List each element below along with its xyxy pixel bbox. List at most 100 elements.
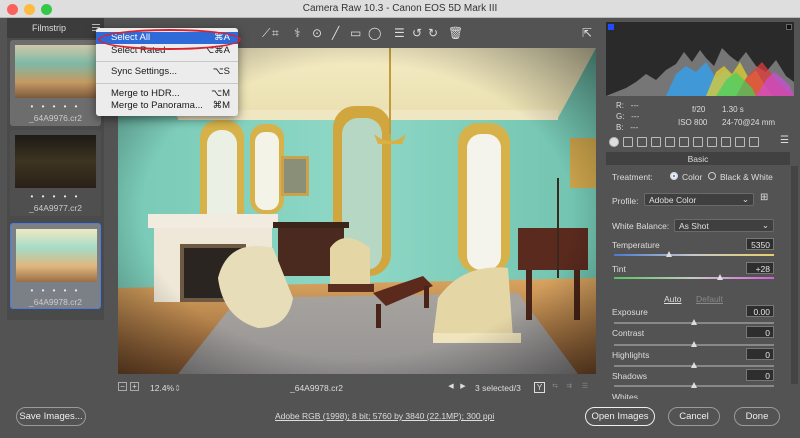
highlights-value-field[interactable]: 0 (746, 348, 774, 360)
filmstrip-thumbnail[interactable]: • • • • • _64A9976.cr2 (10, 40, 101, 126)
zoom-in-button[interactable]: + (130, 382, 139, 391)
tint-slider-handle[interactable] (717, 274, 723, 280)
spot-removal-tool-icon[interactable]: ⚕ (294, 26, 301, 40)
filmstrip-header: Filmstrip (7, 18, 104, 38)
highlights-slider-handle[interactable] (691, 362, 697, 368)
panel-menu-icon[interactable]: ☰ (780, 135, 790, 146)
swap-before-after-icon[interactable]: ⇆ (550, 382, 560, 392)
shadows-label: Shadows (612, 371, 647, 381)
rotate-left-icon[interactable]: ↺ (412, 26, 422, 40)
trash-icon[interactable]: 🗑 (448, 26, 463, 40)
contrast-label: Contrast (612, 328, 645, 338)
temperature-slider-handle[interactable] (666, 251, 672, 257)
whites-label: Whites (612, 392, 638, 399)
copy-settings-icon[interactable]: ⇉ (564, 382, 574, 392)
treatment-label: Treatment: (612, 172, 653, 182)
save-images-button[interactable]: Save Images... (16, 407, 86, 426)
exposure-value-field[interactable]: 0.00 (746, 305, 774, 317)
next-image-button[interactable]: ▶ (458, 382, 468, 392)
open-images-button[interactable]: Open Images (585, 407, 655, 426)
shadow-clipping-warning-icon[interactable] (608, 24, 614, 30)
profile-label: Profile: (612, 196, 639, 206)
aperture-value: f/20 (692, 105, 706, 114)
red-eye-tool-icon[interactable]: ⊙ (312, 26, 322, 40)
done-button[interactable]: Done (734, 407, 780, 426)
white-balance-dropdown[interactable]: As Shot ⌄ (674, 219, 774, 232)
exposure-slider-handle[interactable] (691, 319, 697, 325)
temperature-slider[interactable] (614, 251, 774, 257)
cancel-button[interactable]: Cancel (668, 407, 720, 426)
filmstrip-thumbnail-selected[interactable]: • • • • • _64A9978.cr2 (10, 223, 101, 309)
menu-item-sync-settings[interactable]: Sync Settings... ⌥S (96, 66, 238, 78)
preferences-list-icon[interactable]: ☰ (394, 26, 405, 40)
profile-dropdown[interactable]: Adobe Color ⌄ (644, 193, 754, 206)
filmstrip-thumbnail[interactable]: • • • • • _64A9977.cr2 (10, 130, 101, 216)
auto-link[interactable]: Auto (664, 294, 682, 304)
menu-separator (96, 83, 238, 84)
shadows-value-field[interactable]: 0 (746, 369, 774, 381)
tab-lens-corrections-icon[interactable] (679, 137, 689, 147)
panel-title: Basic (606, 152, 790, 165)
contrast-value-field[interactable]: 0 (746, 326, 774, 338)
treatment-color-radio[interactable] (670, 172, 678, 180)
highlight-clipping-warning-icon[interactable] (786, 24, 792, 30)
tint-slider[interactable] (614, 274, 774, 280)
contrast-slider-handle[interactable] (691, 341, 697, 347)
window-title: Camera Raw 10.3 - Canon EOS 5D Mark III (302, 3, 498, 14)
rotate-right-icon[interactable]: ↻ (428, 26, 438, 40)
tab-hsl-icon[interactable] (651, 137, 661, 147)
preview-navigation-bar: − + 12.4% ⇕ _64A9978.cr2 ◀ ▶ 3 selected/… (112, 378, 602, 396)
histogram-graph-icon (606, 48, 794, 96)
menu-item-merge-hdr[interactable]: Merge to HDR... ⌥M (96, 88, 238, 100)
previous-image-button[interactable]: ◀ (446, 382, 456, 392)
menu-item-merge-panorama[interactable]: Merge to Panorama... ⌘M (96, 100, 238, 112)
tab-detail-icon[interactable] (637, 137, 647, 147)
tab-basic-icon[interactable] (609, 137, 619, 147)
basic-panel: Treatment: Color Black & White Profile: … (606, 166, 790, 401)
footer-bar: Save Images... Adobe RGB (1998); 8 bit; … (0, 400, 800, 438)
thumbnail-filename: _64A9977.cr2 (29, 203, 82, 213)
filmstrip-title: Filmstrip (32, 23, 66, 33)
thumbnail-filename: _64A9978.cr2 (29, 297, 82, 307)
zoom-out-button[interactable]: − (118, 382, 127, 391)
fullscreen-icon[interactable]: ⇱ (582, 26, 592, 40)
menu-separator (96, 61, 238, 62)
tint-value-field[interactable]: +28 (746, 262, 774, 274)
toggle-settings-icon[interactable]: ☰ (580, 382, 590, 392)
selection-count: 3 selected/3 (475, 383, 521, 393)
zoom-dropdown-icon[interactable]: ⇕ (174, 383, 181, 394)
tab-snapshots-icon[interactable] (749, 137, 759, 147)
straighten-tool-icon[interactable]: ⟋ (262, 26, 270, 40)
treatment-bw-radio[interactable] (708, 172, 716, 180)
shadows-slider-handle[interactable] (691, 382, 697, 388)
tab-transform-icon[interactable] (693, 137, 703, 147)
shadows-slider[interactable] (614, 382, 774, 388)
rating-stars[interactable]: • • • • • (10, 192, 101, 201)
iso-value: ISO 800 (678, 118, 708, 127)
rating-stars[interactable]: • • • • • (11, 286, 100, 295)
tab-presets-icon[interactable] (735, 137, 745, 147)
highlights-slider[interactable] (614, 362, 774, 368)
tab-tone-curve-icon[interactable] (623, 137, 633, 147)
contrast-slider[interactable] (614, 341, 774, 347)
panel-tabs: ☰ (606, 135, 796, 149)
panel-scrollbar[interactable] (791, 166, 798, 384)
zoom-level-dropdown[interactable]: 12.4% (150, 383, 174, 393)
workflow-options-link[interactable]: Adobe RGB (1998); 8 bit; 5760 by 3840 (2… (275, 411, 494, 421)
rgb-readout: R: --- G: --- B: --- f/20 1.30 s ISO 800… (616, 100, 786, 132)
default-link[interactable]: Default (696, 294, 723, 304)
graduated-filter-icon[interactable]: ▭ (350, 26, 361, 40)
tab-camera-calibration-icon[interactable] (721, 137, 731, 147)
before-after-view-button[interactable]: Y (534, 382, 545, 393)
tab-split-toning-icon[interactable] (665, 137, 675, 147)
highlights-label: Highlights (612, 350, 650, 360)
profile-browser-icon[interactable]: ⊞ (760, 192, 768, 203)
adjustment-brush-icon[interactable]: ╱ (332, 26, 339, 40)
temperature-value-field[interactable]: 5350 (746, 238, 774, 250)
thumbnail-image (15, 135, 96, 188)
crop-tool-icon[interactable]: ⌗ (272, 26, 279, 40)
exposure-slider[interactable] (614, 319, 774, 325)
radial-filter-icon[interactable]: ◯ (368, 26, 381, 40)
rating-stars[interactable]: • • • • • (10, 102, 101, 111)
tab-effects-icon[interactable] (707, 137, 717, 147)
